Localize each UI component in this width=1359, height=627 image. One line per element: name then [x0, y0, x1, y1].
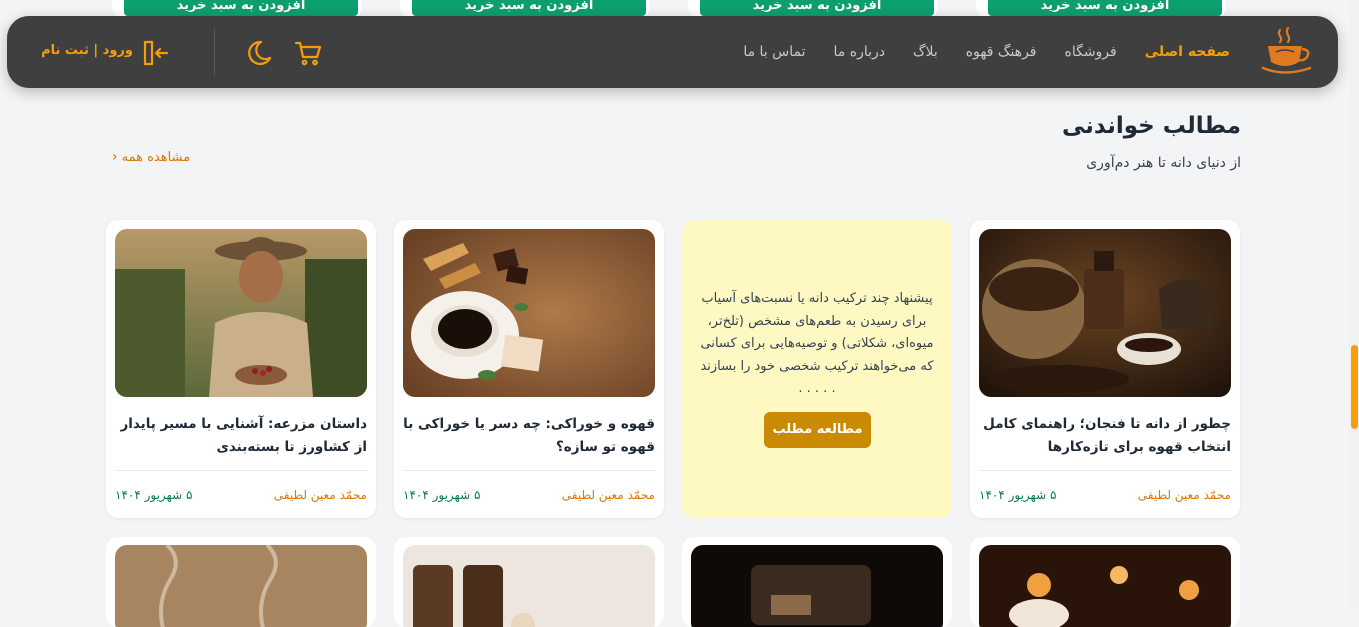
- article-image-coffee-beans: [979, 229, 1231, 397]
- header-divider: [214, 28, 215, 76]
- article-card[interactable]: قهوه و خوراکی: چه دسر یا خوراکی با قهوه …: [394, 220, 664, 518]
- login-icon[interactable]: [140, 38, 170, 68]
- article-author: محمّد معین لطیفی: [561, 488, 655, 502]
- promo-text: پیشنهاد چند ترکیب دانه یا نسبت‌های آسیاب…: [700, 291, 934, 396]
- section-title: مطالب خواندنی: [1062, 113, 1241, 139]
- article-author: محمّد معین لطیفی: [273, 488, 367, 502]
- coffee-cup-logo[interactable]: [1258, 24, 1314, 80]
- nav-coffee-culture[interactable]: فرهنگ قهوه: [966, 44, 1037, 60]
- card-divider: [115, 470, 367, 471]
- login-register-link[interactable]: ورود | ثبت نام: [41, 43, 133, 58]
- cart-icon[interactable]: [293, 38, 323, 68]
- add-to-cart-button[interactable]: افزودن به سبد خرید: [700, 0, 934, 16]
- add-to-cart-button[interactable]: افزودن به سبد خرید: [124, 0, 358, 16]
- main-nav: صفحه اصلی فروشگاه فرهنگ قهوه بلاگ درباره…: [743, 16, 1230, 88]
- view-all-label: مشاهده همه: [121, 149, 191, 165]
- add-to-cart-button[interactable]: افزودن به سبد خرید: [412, 0, 646, 16]
- moon-icon[interactable]: [243, 37, 275, 69]
- article-image-coffee-jars: [403, 545, 655, 627]
- article-author: محمّد معین لطیفی: [1137, 488, 1231, 502]
- view-all-link[interactable]: مشاهده همه ‹: [112, 149, 190, 165]
- scrollbar-thumb[interactable]: [1351, 345, 1358, 429]
- add-to-cart-button[interactable]: افزودن به سبد خرید: [988, 0, 1222, 16]
- nav-home[interactable]: صفحه اصلی: [1145, 44, 1230, 60]
- article-image-coffee-steam: [115, 545, 367, 627]
- article-card[interactable]: [970, 537, 1240, 627]
- article-image-coffee-dessert: [403, 229, 655, 397]
- card-divider: [403, 470, 655, 471]
- read-article-button[interactable]: مطالعه مطلب: [764, 412, 871, 448]
- article-image-espresso-machine: [691, 545, 943, 627]
- article-date: ۵ شهریور ۱۴۰۴: [403, 488, 481, 502]
- scrollbar[interactable]: [1349, 0, 1359, 607]
- article-title[interactable]: چطور از دانه تا فنجان؛ راهنمای کامل انتخ…: [979, 413, 1231, 459]
- section-subtitle: از دنیای دانه تا هنر دم‌آوری: [1086, 155, 1241, 171]
- article-card[interactable]: چطور از دانه تا فنجان؛ راهنمای کامل انتخ…: [970, 220, 1240, 518]
- nav-blog[interactable]: بلاگ: [913, 44, 938, 60]
- site-header: صفحه اصلی فروشگاه فرهنگ قهوه بلاگ درباره…: [7, 16, 1338, 88]
- nav-contact[interactable]: تماس با ما: [743, 44, 805, 60]
- article-date: ۵ شهریور ۱۴۰۴: [979, 488, 1057, 502]
- promo-card: پیشنهاد چند ترکیب دانه یا نسبت‌های آسیاب…: [682, 220, 952, 518]
- card-divider: [979, 470, 1231, 471]
- nav-shop[interactable]: فروشگاه: [1064, 44, 1116, 60]
- chevron-left-icon: ‹: [112, 149, 118, 165]
- article-card[interactable]: [682, 537, 952, 627]
- article-title[interactable]: قهوه و خوراکی: چه دسر یا خوراکی با قهوه …: [403, 413, 655, 459]
- article-card[interactable]: داستان مزرعه: آشنایی با مسیر پایدار از ک…: [106, 220, 376, 518]
- article-card[interactable]: [394, 537, 664, 627]
- article-date: ۵ شهریور ۱۴۰۴: [115, 488, 193, 502]
- nav-about[interactable]: درباره ما: [834, 44, 885, 60]
- article-title[interactable]: داستان مزرعه: آشنایی با مسیر پایدار از ک…: [115, 413, 367, 459]
- article-image-coffee-farmer: [115, 229, 367, 397]
- article-card[interactable]: [106, 537, 376, 627]
- article-image-cocktail: [979, 545, 1231, 627]
